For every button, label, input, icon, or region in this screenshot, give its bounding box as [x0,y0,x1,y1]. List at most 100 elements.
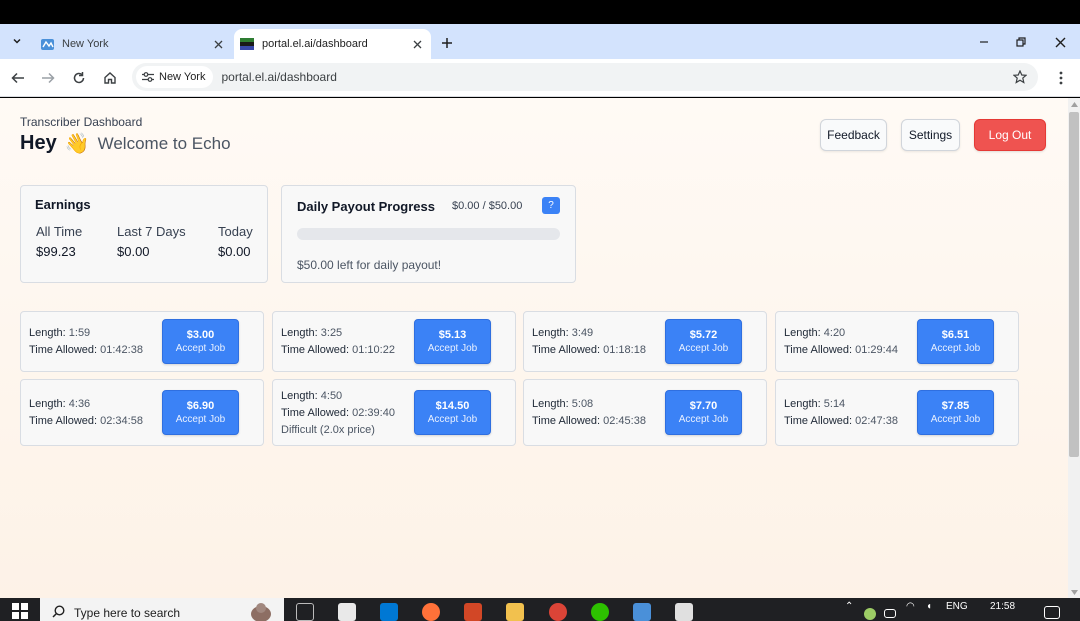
file-explorer-icon[interactable] [506,603,524,621]
tab-new-york[interactable]: New York [34,29,232,59]
accept-job-button[interactable]: $6.51 Accept Job [917,319,994,364]
accept-job-button[interactable]: $3.00 Accept Job [162,319,239,364]
microsoft-store-icon[interactable] [338,603,356,621]
mail-icon[interactable] [380,603,398,621]
tab-title: New York [62,38,109,50]
accept-job-button[interactable]: $5.72 Accept Job [665,319,742,364]
close-icon [1055,37,1065,47]
accept-job-label: Accept Job [678,343,729,354]
job-card: Length: 3:49 Time Allowed: 01:18:18 $5.72 A… [523,311,767,372]
accept-job-label: Accept Job [678,414,729,425]
tab-search-button[interactable] [6,30,28,52]
job-time-value: 02:34:58 [100,415,143,427]
maps-app-icon[interactable] [633,603,651,621]
taskbar-search[interactable]: Type here to search [40,598,284,621]
tab-dashboard[interactable]: portal.el.ai/dashboard [234,29,431,59]
job-details: Length: 5:14 Time Allowed: 02:47:38 [784,396,898,430]
search-icon [52,605,65,618]
job-length: Length: 3:25 [281,325,395,342]
job-price: $14.50 [435,400,470,412]
waving-hand-icon: 👋 [64,132,90,155]
feedback-button[interactable]: Feedback [820,119,887,151]
accept-job-label: Accept Job [175,343,226,354]
job-details: Length: 5:08 Time Allowed: 02:45:38 [532,396,646,430]
accept-job-button[interactable]: $7.85 Accept Job [917,390,994,435]
site-chip-label: New York [159,71,206,83]
arrow-left-icon [11,72,24,84]
settings-button[interactable]: Settings [901,119,960,151]
logout-button[interactable]: Log Out [974,119,1046,151]
job-length-value: 5:14 [823,398,846,410]
language-indicator[interactable]: ENG [946,601,968,612]
job-length-value: 3:49 [571,327,594,339]
earnings-card: Earnings All Time $99.23 Last 7 Days $0.… [20,185,268,283]
job-length-value: 4:50 [320,390,343,402]
payout-title: Daily Payout Progress [297,199,435,214]
scroll-down-arrow-icon[interactable] [1068,586,1080,598]
job-time-allowed: Time Allowed: 02:47:38 [784,413,898,430]
job-card: Length: 1:59 Time Allowed: 01:42:38 $3.00 A… [20,311,264,372]
clock-time[interactable]: 21:58 [990,601,1015,612]
payout-help-button[interactable]: ? [542,197,560,214]
volume-icon[interactable]: ◖ [926,601,932,612]
chrome-icon[interactable] [549,603,567,621]
job-length-label: Length: [532,398,569,410]
task-view-icon[interactable] [296,603,314,621]
reload-icon [73,72,85,84]
browser-toolbar: New York portal.el.ai/dashboard [0,59,1080,97]
minimize-button[interactable] [967,30,1001,54]
new-tab-button[interactable] [436,32,458,54]
close-tab-icon[interactable] [208,34,228,54]
job-time-label: Time Allowed: [784,415,853,427]
job-details: Length: 1:59 Time Allowed: 01:42:38 [29,325,143,359]
job-length: Length: 4:50 [281,388,395,405]
accept-job-button[interactable]: $14.50 Accept Job [414,390,491,435]
earnings-value: $99.23 [36,244,76,259]
accept-job-button[interactable]: $6.90 Accept Job [162,390,239,435]
wifi-icon[interactable]: ◠ [906,601,915,612]
job-time-label: Time Allowed: [281,344,350,356]
accept-job-label: Accept Job [930,343,981,354]
screen-top-edge [0,0,1080,24]
job-length: Length: 5:08 [532,396,646,413]
accept-job-label: Accept Job [930,414,981,425]
start-button[interactable] [12,603,28,619]
address-bar[interactable]: New York portal.el.ai/dashboard [132,63,1038,91]
firefox-icon[interactable] [422,603,440,621]
job-length-label: Length: [784,398,821,410]
browser-menu-button[interactable] [1052,67,1070,89]
minimize-icon [980,41,988,43]
bookmark-button[interactable] [1010,67,1030,87]
greeting-hey: Hey [20,132,57,154]
star-icon [1013,70,1027,84]
battery-icon[interactable] [884,609,896,618]
reload-button[interactable] [68,67,90,89]
back-button[interactable] [7,67,29,89]
close-window-button[interactable] [1043,30,1077,54]
job-length-value: 5:08 [571,398,594,410]
job-time-value: 01:18:18 [603,344,646,356]
job-time-value: 02:47:38 [855,415,898,427]
tray-app-icon[interactable] [864,608,876,620]
scroll-up-arrow-icon[interactable] [1068,98,1080,110]
wechat-icon[interactable] [591,603,609,621]
forward-button[interactable] [37,67,59,89]
chrome-profile-icon[interactable] [675,603,693,621]
earnings-value: $0.00 [218,244,251,259]
scrollbar-thumb[interactable] [1069,112,1079,457]
site-info-chip[interactable]: New York [136,66,214,88]
home-button[interactable] [99,67,121,89]
notifications-icon[interactable] [1044,606,1060,619]
tray-chevron-up-icon[interactable]: ⌃ [845,601,853,612]
url-text[interactable]: portal.el.ai/dashboard [221,70,336,84]
home-icon [104,72,116,84]
restore-button[interactable] [1004,30,1038,54]
welcome-text: Welcome to Echo [97,133,231,153]
job-length: Length: 3:49 [532,325,646,342]
close-tab-icon[interactable] [407,34,427,54]
accept-job-button[interactable]: $5.13 Accept Job [414,319,491,364]
dashboard-subtitle: Transcriber Dashboard [20,115,143,129]
page-scrollbar[interactable] [1068,98,1080,598]
accept-job-button[interactable]: $7.70 Accept Job [665,390,742,435]
powerpoint-icon[interactable] [464,603,482,621]
